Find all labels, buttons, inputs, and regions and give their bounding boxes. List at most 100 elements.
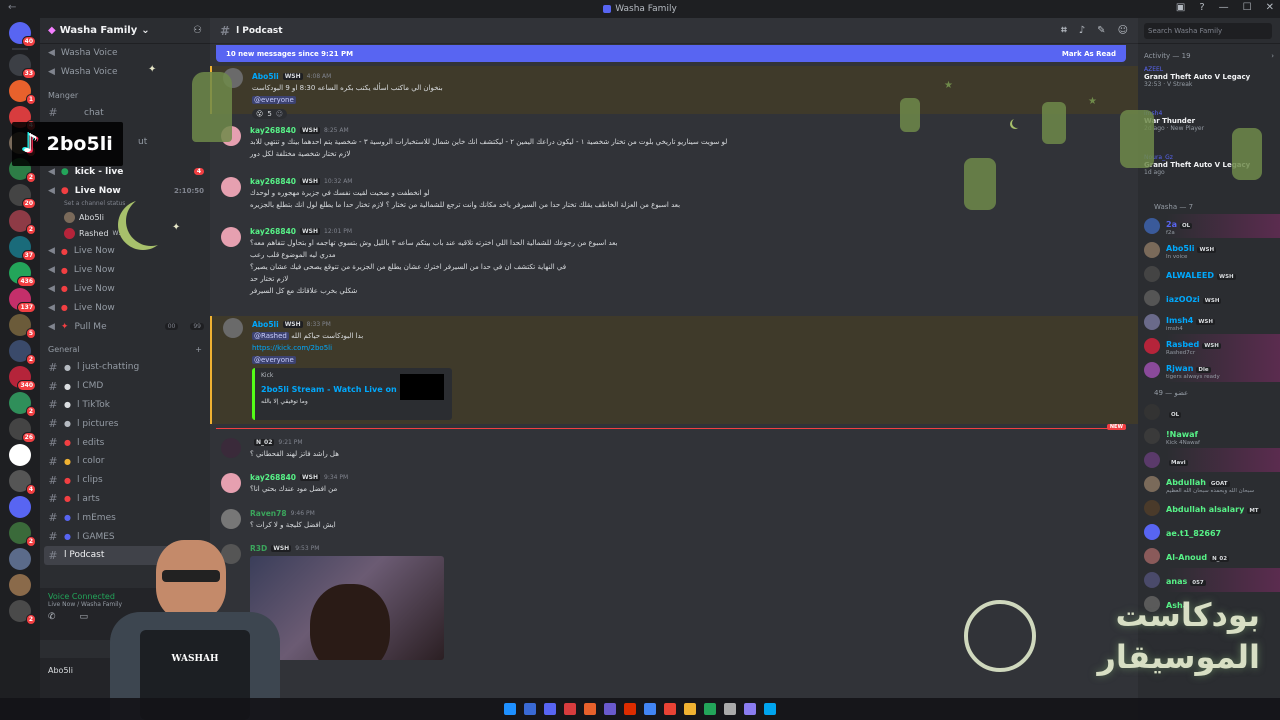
server-icon[interactable]: 2 <box>9 522 36 547</box>
member-item[interactable]: Rasbed WSH Rashed7cr <box>1138 334 1280 358</box>
server-icon[interactable] <box>9 548 31 570</box>
taskbar-app-icon[interactable] <box>564 703 576 715</box>
member-item[interactable]: ae.t1_82667 <box>1138 520 1280 544</box>
close-button[interactable]: ✕ <box>1266 2 1274 13</box>
mention[interactable]: @everyone <box>252 96 296 104</box>
add-member-icon[interactable]: ⚇ <box>193 25 202 36</box>
avatar[interactable] <box>221 509 241 529</box>
taskbar-app-icon[interactable] <box>644 703 656 715</box>
voice-channel[interactable]: ◀ ● Live Now <box>40 280 210 299</box>
activity-card[interactable]: AZEEL Grand Theft Auto V Legacy 32:53 · V … <box>1138 64 1280 108</box>
server-icon[interactable] <box>9 496 31 518</box>
members-icon[interactable]: ☺ <box>1118 25 1128 36</box>
voice-channel[interactable]: ◀ ● Live Now <box>40 242 210 261</box>
voice-channel[interactable]: ◀ Washa Voice <box>40 63 210 82</box>
member-item[interactable]: 2a OL f2a <box>1138 214 1280 238</box>
voice-channel[interactable]: ◀ ● Live Now <box>40 298 210 317</box>
pin-icon[interactable]: ✎ <box>1097 25 1105 36</box>
text-channel[interactable]: # ● l arts <box>40 490 210 509</box>
add-reaction-icon[interactable]: ☺ <box>276 110 283 118</box>
category-manager[interactable]: Manger <box>40 88 210 104</box>
taskbar-app-icon[interactable] <box>604 703 616 715</box>
server-icon[interactable] <box>9 574 31 596</box>
member-item[interactable]: Abdullah GOAT سبحان الله وبحمده سبحان الله… <box>1138 472 1280 496</box>
server-icon[interactable]: 26 <box>9 418 36 443</box>
text-channel[interactable]: # ● l edits <box>40 433 210 452</box>
member-item[interactable]: !Nawaf Kick 4Nawaf <box>1138 424 1280 448</box>
voice-channel-live-now[interactable]: ◀ ● Live Now 2:10:50 <box>40 181 210 200</box>
text-channel[interactable]: # ● l just-chatting <box>40 358 210 377</box>
taskbar-app-icon[interactable] <box>744 703 756 715</box>
search-input[interactable]: Search Washa Family <box>1144 22 1272 39</box>
server-icon[interactable]: 4 <box>9 470 36 495</box>
avatar[interactable] <box>221 438 241 458</box>
server-icon[interactable]: 340 <box>9 366 36 391</box>
mention[interactable]: @everyone <box>252 356 296 364</box>
voice-user[interactable]: Rashed WSH <box>40 226 210 242</box>
voice-user[interactable]: Abo5li <box>40 210 210 226</box>
member-item[interactable]: Rjwan Dle tigers always ready <box>1138 358 1280 382</box>
member-item[interactable]: ALWALEED WSH <box>1138 262 1280 286</box>
new-messages-bar[interactable]: 10 new messages since 9:21 PM Mark As Re… <box>216 45 1126 62</box>
server-icon[interactable]: 137 <box>9 288 36 313</box>
taskbar-app-icon[interactable] <box>504 703 516 715</box>
taskbar-app-icon[interactable] <box>624 703 636 715</box>
threads-icon[interactable]: ⌗ <box>1061 25 1067 36</box>
help-icon[interactable]: ? <box>1199 2 1204 13</box>
text-channel[interactable]: # ● l mEmes <box>40 508 210 527</box>
voice-channel[interactable]: ◀ Washa Voice <box>40 44 210 63</box>
member-item[interactable]: iazOOzi WSH <box>1138 286 1280 310</box>
server-icon[interactable]: 5 <box>9 314 36 339</box>
text-channel[interactable]: # ● l TikTok <box>40 396 210 415</box>
member-item[interactable]: Abdullah alsalary MT <box>1138 496 1280 520</box>
server-icon[interactable]: 2 <box>9 600 36 625</box>
text-channel[interactable]: # ● l CMD <box>40 377 210 396</box>
voice-channel[interactable]: ◀ ● Live Now <box>40 261 210 280</box>
server-icon[interactable]: 37 <box>9 236 36 261</box>
text-channel[interactable]: # ● l color <box>40 452 210 471</box>
server-icon[interactable]: 2 <box>9 392 36 417</box>
embed-thumbnail[interactable] <box>400 374 444 400</box>
voice-channel-pull-me[interactable]: ◀ ✦ Pull Me 00 99 <box>40 317 210 336</box>
back-arrow-icon[interactable]: ← <box>8 2 16 13</box>
taskbar-app-icon[interactable] <box>524 703 536 715</box>
avatar[interactable] <box>223 318 243 338</box>
inbox-icon[interactable]: ▣ <box>1176 2 1185 13</box>
server-icon[interactable]: 2 <box>9 340 36 365</box>
bell-icon[interactable]: ♪ <box>1079 25 1085 36</box>
taskbar-app-icon[interactable] <box>724 703 736 715</box>
stream-link[interactable]: https://kick.com/2bo5li <box>252 344 332 352</box>
server-icon[interactable]: 20 <box>9 184 36 209</box>
category-general[interactable]: General + <box>40 342 210 358</box>
avatar[interactable] <box>221 177 241 197</box>
channel-chat[interactable]: # chat <box>40 104 210 123</box>
server-icon[interactable]: 33 <box>9 54 36 79</box>
server-icon[interactable]: 1 <box>9 80 36 105</box>
member-item[interactable]: OL <box>1138 400 1280 424</box>
server-icon[interactable]: 2 <box>9 210 36 235</box>
guild-header[interactable]: ◆ Washa Family ⌄ ⚇ <box>40 18 210 44</box>
member-item[interactable]: Abo5li WSH In voice <box>1138 238 1280 262</box>
avatar[interactable] <box>221 227 241 247</box>
member-item[interactable]: Al-Anoud N_02 <box>1138 544 1280 568</box>
minimize-button[interactable]: — <box>1219 2 1229 13</box>
server-icon[interactable]: 436 <box>9 262 36 287</box>
server-icon[interactable]: 40 <box>9 22 36 47</box>
taskbar-app-icon[interactable] <box>684 703 696 715</box>
taskbar-app-icon[interactable] <box>664 703 676 715</box>
taskbar-app-icon[interactable] <box>544 703 556 715</box>
member-item[interactable]: Imsh4 WSH imsh4 <box>1138 310 1280 334</box>
server-icon[interactable] <box>9 444 31 466</box>
taskbar-app-icon[interactable] <box>764 703 776 715</box>
text-channel[interactable]: # ● l pictures <box>40 414 210 433</box>
avatar[interactable] <box>221 473 241 493</box>
channel-status[interactable]: Set a channel status <box>40 200 210 210</box>
add-channel-icon[interactable]: + <box>195 345 202 354</box>
maximize-button[interactable]: ☐ <box>1243 2 1252 13</box>
activity-header[interactable]: Activity — 19 › <box>1138 48 1280 64</box>
mention[interactable]: @Rashed <box>252 332 289 340</box>
member-item[interactable]: Mavi <box>1138 448 1280 472</box>
taskbar-app-icon[interactable] <box>704 703 716 715</box>
taskbar-app-icon[interactable] <box>584 703 596 715</box>
reaction[interactable]: 😮 5 ☺ <box>252 109 288 119</box>
